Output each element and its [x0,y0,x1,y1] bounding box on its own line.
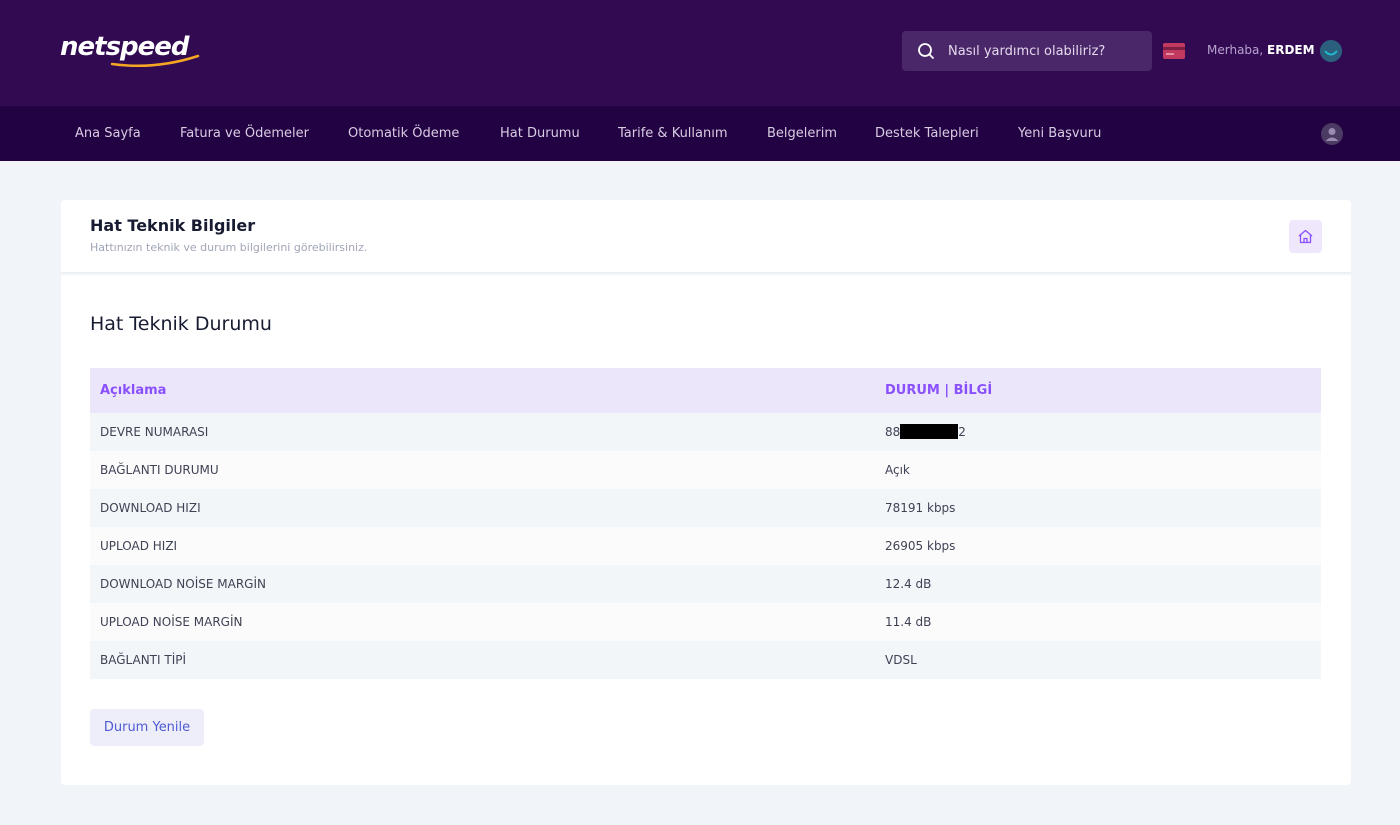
table-row: BAĞLANTI DURUMU Açık [90,451,1321,489]
nav-item-tarife-kullanim[interactable]: Tarife & Kullanım [618,106,728,161]
nav-item-hat-durumu[interactable]: Hat Durumu [500,106,580,161]
row-value: VDSL [885,653,917,667]
nav-item-fatura-odemeler[interactable]: Fatura ve Ödemeler [180,106,309,161]
value-prefix: 88 [885,425,901,439]
user-greeting[interactable]: Merhaba, ERDEM [1207,43,1315,57]
column-header-status: DURUM | BİLGİ [885,383,993,398]
row-value: 12.4 dB [885,577,932,591]
search-icon [918,43,934,59]
row-value: 11.4 dB [885,615,932,629]
row-value: Açık [885,463,910,477]
table-row: DEVRE NUMARASI 88 2 [90,413,1321,451]
home-icon [1298,229,1313,244]
page-title: Hat Teknik Bilgiler [90,216,256,235]
search-input[interactable] [948,31,1144,71]
credit-card-icon[interactable] [1163,43,1185,59]
row-label: DOWNLOAD HIZI [100,501,201,515]
table-row: DOWNLOAD NOİSE MARGİN 12.4 dB [90,565,1321,603]
row-value: 88 2 [885,413,966,451]
row-label: UPLOAD NOİSE MARGİN [100,615,243,629]
page-description: Hattınızın teknik ve durum bilgilerini g… [90,241,368,254]
table-body: DEVRE NUMARASI 88 2 BAĞLANTI DURUMU Açık … [90,413,1321,679]
refresh-status-button[interactable]: Durum Yenile [90,709,204,746]
row-value: 26905 kbps [885,539,956,553]
greeting-prefix: Merhaba, [1207,43,1264,57]
table-row: BAĞLANTI TİPİ VDSL [90,641,1321,679]
main-nav: Ana Sayfa Fatura ve Ödemeler Otomatik Öd… [0,106,1400,161]
home-button[interactable] [1289,220,1322,253]
row-label: DOWNLOAD NOİSE MARGİN [100,577,266,591]
table-header: Açıklama DURUM | BİLGİ [90,368,1321,413]
nav-item-destek-talepleri[interactable]: Destek Talepleri [875,106,979,161]
avatar-smile-icon [1320,40,1342,62]
nav-item-otomatik-odeme[interactable]: Otomatik Ödeme [348,106,459,161]
value-suffix: 2 [958,425,966,439]
user-silhouette-icon [1325,128,1339,141]
technical-status-table: Açıklama DURUM | BİLGİ DEVRE NUMARASI 88… [90,368,1321,679]
logo-swoosh-icon [110,54,200,68]
user-name: ERDEM [1267,43,1315,57]
top-header: netspeed Merhaba, ERDEM [0,0,1400,106]
row-label: UPLOAD HIZI [100,539,178,553]
nav-user-icon[interactable] [1321,123,1343,145]
technical-status-card: Hat Teknik Durumu Açıklama DURUM | BİLGİ… [61,275,1351,785]
nav-item-ana-sayfa[interactable]: Ana Sayfa [75,106,141,161]
card-title: Hat Teknik Durumu [90,313,272,335]
page-subheader: Hat Teknik Bilgiler Hattınızın teknik ve… [61,200,1351,273]
nav-item-belgelerim[interactable]: Belgelerim [767,106,837,161]
netspeed-logo[interactable]: netspeed [60,32,200,68]
table-row: UPLOAD NOİSE MARGİN 11.4 dB [90,603,1321,641]
search-box[interactable] [902,31,1152,71]
row-value: 78191 kbps [885,501,956,515]
table-row: DOWNLOAD HIZI 78191 kbps [90,489,1321,527]
row-label: DEVRE NUMARASI [100,425,209,439]
redaction-bar [900,424,959,439]
row-label: BAĞLANTI TİPİ [100,653,187,667]
row-label: BAĞLANTI DURUMU [100,463,219,477]
nav-item-yeni-basvuru[interactable]: Yeni Başvuru [1018,106,1101,161]
column-header-description: Açıklama [100,383,167,398]
user-avatar[interactable] [1320,40,1342,62]
table-row: UPLOAD HIZI 26905 kbps [90,527,1321,565]
